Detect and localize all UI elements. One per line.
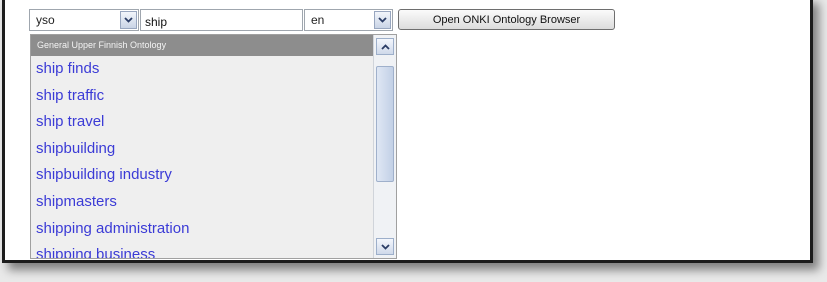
- suggestion-item[interactable]: shipmasters: [31, 189, 373, 216]
- suggestion-item[interactable]: shipbuilding industry: [31, 162, 373, 189]
- vocabulary-select-value: yso: [36, 13, 55, 27]
- suggestion-item[interactable]: ship travel: [31, 109, 373, 136]
- vocabulary-select[interactable]: yso: [29, 9, 139, 31]
- search-input[interactable]: [140, 9, 303, 31]
- suggestion-item[interactable]: shipping business: [31, 242, 373, 258]
- ontology-group-header: General Upper Finnish Ontology: [31, 35, 373, 56]
- suggestion-item[interactable]: ship traffic: [31, 83, 373, 110]
- chevron-up-icon[interactable]: [376, 38, 394, 55]
- language-select[interactable]: en: [304, 9, 393, 31]
- chevron-down-icon[interactable]: [374, 11, 391, 29]
- suggestion-list: General Upper Finnish Ontology ship find…: [31, 35, 373, 258]
- open-ontology-browser-button[interactable]: Open ONKI Ontology Browser: [398, 9, 615, 30]
- chevron-down-icon[interactable]: [120, 11, 137, 29]
- suggestion-item[interactable]: shipping administration: [31, 216, 373, 243]
- suggestion-item[interactable]: ship finds: [31, 56, 373, 83]
- autocomplete-dropdown: General Upper Finnish Ontology ship find…: [30, 34, 397, 259]
- language-select-value: en: [311, 13, 325, 27]
- scrollbar-thumb[interactable]: [376, 66, 394, 183]
- widget-frame: yso en Open ONKI Ontology Browser Genera…: [2, 0, 813, 263]
- chevron-down-icon[interactable]: [376, 238, 394, 255]
- dropdown-scrollbar[interactable]: [373, 35, 396, 258]
- suggestion-item[interactable]: shipbuilding: [31, 136, 373, 163]
